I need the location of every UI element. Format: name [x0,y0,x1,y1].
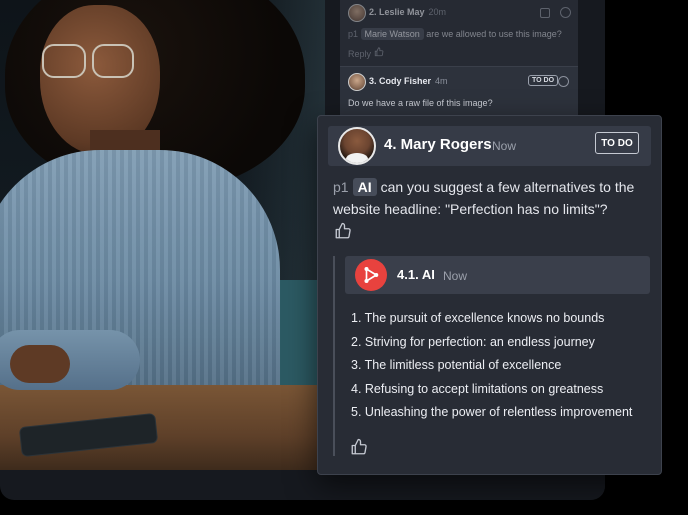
background-photo [0,0,325,470]
mention-tag[interactable]: Marie Watson [360,28,424,40]
reply-link[interactable]: Reply [348,47,384,59]
comment-author: 3. Cody Fisher 4m [369,76,448,86]
comment-item-cody[interactable]: 3. Cody Fisher 4m TO DO Do we have a raw … [340,66,578,118]
circle-icon[interactable] [560,7,571,18]
comment-body: p1 Marie Watson are we allowed to use th… [348,28,562,40]
reply-label: Reply [348,49,372,59]
photo-glasses-right [92,44,134,78]
list-item: 3. The limitless potential of excellence [351,358,562,372]
comment-time: 4m [435,76,448,86]
square-icon[interactable] [540,8,550,18]
avatar [348,4,366,22]
avatar [348,73,366,91]
comment-text: can you suggest a few alternatives to th… [333,179,635,217]
ai-triangle-nodes-icon [355,259,387,291]
thumbs-up-icon[interactable] [374,47,384,59]
comment-text: Do we have a raw file of this image? [348,98,493,108]
list-item: 1. The pursuit of excellence knows no bo… [351,311,605,325]
comment-body: p1 AI can you suggest a few alternatives t… [333,176,653,220]
reply-header [345,256,650,294]
page-ref: p1 [333,179,349,195]
comment-author-name: 4. Mary Rogers [384,136,492,153]
comment-list-panel: 2. Leslie May 20m p1 Marie Watson are we … [340,0,578,118]
comment-time: 20m [428,7,447,17]
photo-glasses-left [42,44,86,78]
list-item: 4. Refusing to accept limitations on gre… [351,381,604,396]
comment-time: Now [492,139,517,153]
list-item: 5. Unleashing the power of relentless im… [351,405,633,419]
thumbs-up-icon[interactable] [334,222,352,240]
comment-author-name: 3. Cody Fisher [369,76,432,86]
reply-time: Now [443,269,468,283]
thread-line [333,256,335,456]
reply-author-name: 4.1. AI [397,267,435,282]
comment-text: are we allowed to use this image? [426,29,562,39]
mention-tag[interactable]: AI [352,178,377,196]
comment-author-name: 2. Leslie May [369,7,425,17]
comment-item-leslie[interactable]: 2. Leslie May 20m p1 Marie Watson are we … [340,0,578,66]
thumbs-up-icon[interactable] [350,438,368,456]
avatar [338,127,376,165]
todo-badge[interactable]: TO DO [528,75,559,86]
suggestion-list: 1. The pursuit of excellence knows no bo… [351,311,632,429]
circle-icon[interactable] [558,76,569,87]
comment-author: 2. Leslie May 20m [369,7,446,17]
comment-card: 4. Mary Rogers Now TO DO p1 AI can you sug… [317,115,662,475]
page-ref: p1 [348,29,359,39]
todo-button[interactable]: TO DO [595,132,639,154]
list-item: 2. Striving for perfection: an endless j… [351,334,595,349]
photo-hand [10,345,70,383]
